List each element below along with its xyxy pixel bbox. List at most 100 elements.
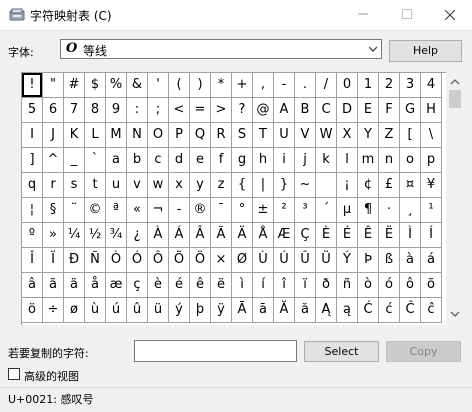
char-cell[interactable]: ß — [379, 248, 399, 272]
char-cell[interactable]: 7 — [64, 98, 84, 122]
char-cell[interactable]: O — [148, 123, 168, 147]
char-cell[interactable]: £ — [379, 173, 399, 197]
advanced-view-checkbox[interactable] — [8, 368, 20, 380]
char-cell[interactable]: ³ — [295, 198, 315, 222]
char-cell[interactable]: - — [274, 73, 294, 97]
char-cell[interactable]: ê — [190, 273, 210, 297]
char-cell[interactable]: Å — [253, 223, 273, 247]
char-cell[interactable]: ¨ — [64, 198, 84, 222]
char-cell[interactable]: Ü — [316, 248, 336, 272]
char-cell[interactable]: ! — [22, 73, 42, 97]
minimize-button[interactable] — [341, 0, 385, 30]
char-cell[interactable]: | — [253, 173, 273, 197]
char-cell[interactable]: Û — [295, 248, 315, 272]
char-cell[interactable]: î — [274, 273, 294, 297]
char-cell[interactable]: x — [169, 173, 189, 197]
char-cell[interactable]: m — [358, 148, 378, 172]
char-cell[interactable]: à — [400, 248, 420, 272]
char-cell[interactable]: f — [211, 148, 231, 172]
char-cell[interactable]: × — [211, 248, 231, 272]
char-cell[interactable]: ¶ — [358, 198, 378, 222]
char-cell[interactable]: ö — [22, 298, 42, 322]
char-cell[interactable]: > — [211, 98, 231, 122]
char-cell[interactable]: T — [253, 123, 273, 147]
char-cell[interactable]: ü — [148, 298, 168, 322]
char-cell[interactable]: Ć — [358, 298, 378, 322]
char-cell[interactable]: } — [274, 173, 294, 197]
char-cell[interactable]: À — [148, 223, 168, 247]
help-button[interactable]: Help — [389, 40, 462, 62]
char-cell[interactable]: U — [274, 123, 294, 147]
char-cell[interactable]: q — [22, 173, 42, 197]
char-cell[interactable]: ² — [274, 198, 294, 222]
char-cell[interactable]: 9 — [106, 98, 126, 122]
char-cell[interactable]: a — [106, 148, 126, 172]
char-cell[interactable]: ñ — [337, 273, 357, 297]
grid-scrollbar[interactable] — [446, 72, 464, 324]
char-cell[interactable]: l — [337, 148, 357, 172]
char-cell[interactable]: % — [106, 73, 126, 97]
char-cell[interactable]: o — [400, 148, 420, 172]
char-cell[interactable]: A — [274, 98, 294, 122]
char-cell[interactable]: ò — [358, 273, 378, 297]
char-cell[interactable]: + — [232, 73, 252, 97]
char-cell[interactable]: h — [253, 148, 273, 172]
char-cell[interactable]: & — [127, 73, 147, 97]
char-cell[interactable]: ¾ — [106, 223, 126, 247]
char-cell[interactable]: Ā — [232, 298, 252, 322]
char-cell[interactable]: 5 — [22, 98, 42, 122]
char-cell[interactable]: p — [421, 148, 441, 172]
char-cell[interactable]: . — [295, 73, 315, 97]
char-cell[interactable]: í — [253, 273, 273, 297]
char-cell[interactable]: k — [316, 148, 336, 172]
char-cell[interactable]: ă — [295, 298, 315, 322]
char-cell[interactable]: Ý — [337, 248, 357, 272]
char-cell[interactable]: Ä — [232, 223, 252, 247]
char-cell[interactable]: ã — [43, 273, 63, 297]
char-cell[interactable]: ± — [253, 198, 273, 222]
char-cell[interactable]: $ — [85, 73, 105, 97]
char-cell[interactable]: J — [43, 123, 63, 147]
char-cell[interactable]: 4 — [421, 73, 441, 97]
char-cell[interactable]: û — [127, 298, 147, 322]
char-cell[interactable]: ^ — [43, 148, 63, 172]
char-cell[interactable]: º — [22, 223, 42, 247]
char-cell[interactable]: z — [211, 173, 231, 197]
char-cell[interactable]: Í — [421, 223, 441, 247]
char-cell[interactable]: F — [379, 98, 399, 122]
char-cell[interactable]: Ó — [127, 248, 147, 272]
select-button[interactable]: Select — [304, 341, 379, 362]
char-cell[interactable]: 2 — [379, 73, 399, 97]
char-cell[interactable]: ¹ — [421, 198, 441, 222]
char-cell[interactable]: ą — [337, 298, 357, 322]
char-cell[interactable]: Ö — [190, 248, 210, 272]
char-cell[interactable]: ¥ — [421, 173, 441, 197]
font-dropdown[interactable]: O 等线 — [60, 39, 382, 59]
char-cell[interactable]: å — [85, 273, 105, 297]
char-cell[interactable]: - — [169, 198, 189, 222]
char-cell[interactable]: { — [232, 173, 252, 197]
char-cell[interactable]: µ — [337, 198, 357, 222]
char-cell[interactable]: j — [295, 148, 315, 172]
char-cell[interactable]: [ — [400, 123, 420, 147]
scroll-up-icon[interactable] — [450, 77, 460, 87]
char-cell[interactable]: ó — [379, 273, 399, 297]
char-cell[interactable]: ĉ — [421, 298, 441, 322]
char-cell[interactable]: » — [43, 223, 63, 247]
char-cell[interactable]: õ — [421, 273, 441, 297]
char-cell[interactable]: Ì — [400, 223, 420, 247]
char-cell[interactable]: § — [43, 198, 63, 222]
char-cell[interactable]: ¯ — [211, 198, 231, 222]
scrollbar-thumb[interactable] — [449, 90, 461, 108]
char-cell[interactable]: n — [379, 148, 399, 172]
char-cell[interactable]: K — [64, 123, 84, 147]
char-cell[interactable]: ( — [169, 73, 189, 97]
char-cell[interactable]: é — [169, 273, 189, 297]
char-cell[interactable]: â — [22, 273, 42, 297]
char-cell[interactable]: Q — [190, 123, 210, 147]
char-cell[interactable]: ð — [316, 273, 336, 297]
char-cell[interactable]: þ — [190, 298, 210, 322]
char-cell[interactable]: ¡ — [337, 173, 357, 197]
char-cell[interactable]: ¸ — [400, 198, 420, 222]
char-cell[interactable]: D — [337, 98, 357, 122]
